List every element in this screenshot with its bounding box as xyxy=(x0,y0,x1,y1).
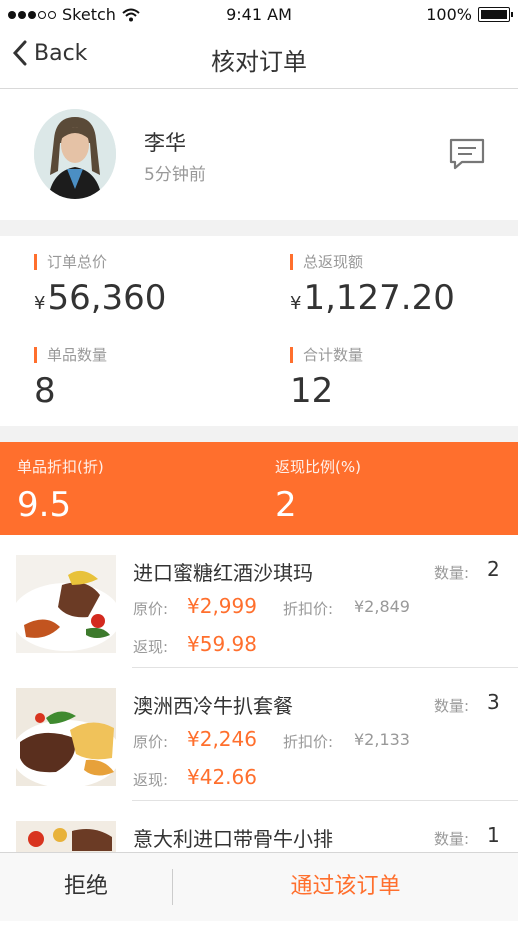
page-title: 核对订单 xyxy=(211,48,307,76)
qty-label: 数量: xyxy=(434,830,470,848)
disc-price-label: 折扣价: xyxy=(283,733,334,751)
cashback-value: ¥42.66 xyxy=(187,765,257,789)
disc-price: ¥2,133 xyxy=(354,730,410,749)
stat-value: 12 xyxy=(290,371,334,411)
qty-label: 数量: xyxy=(434,564,470,582)
product-name: 进口蜜糖红酒沙琪玛 xyxy=(133,561,313,585)
product-image xyxy=(16,688,116,786)
cashback-label: 返现: xyxy=(133,638,169,656)
list-item[interactable]: 澳洲西冷牛扒套餐 数量: 3 原价: ¥2,246 折扣价: ¥2,133 返现… xyxy=(0,668,518,801)
stat-label: 订单总价 xyxy=(34,254,166,270)
nav-bar: Back 核对订单 xyxy=(0,30,518,89)
qty-value: 1 xyxy=(487,823,500,847)
orig-price: ¥2,999 xyxy=(187,594,257,618)
battery-percent: 100% xyxy=(426,5,472,24)
stat-label: 合计数量 xyxy=(290,347,363,363)
stat-cashback-total: 总返现额 ¥1,127.20 xyxy=(290,254,455,318)
avatar[interactable] xyxy=(34,109,116,199)
stat-order-total: 订单总价 ¥56,360 xyxy=(34,254,166,318)
orig-price-label: 原价: xyxy=(133,600,169,618)
stat-value: ¥56,360 xyxy=(34,278,167,318)
customer-time-ago: 5分钟前 xyxy=(144,165,206,185)
stat-value: ¥1,127.20 xyxy=(290,278,455,318)
qty-label: 数量: xyxy=(434,697,470,715)
qty-value: 3 xyxy=(487,690,500,714)
discount-value: 9.5 xyxy=(17,485,72,525)
ratio-value: 2 xyxy=(275,485,297,525)
cashback-label: 返现: xyxy=(133,771,169,789)
message-icon[interactable] xyxy=(448,137,486,171)
stat-item-count: 单品数量 8 xyxy=(34,347,107,411)
section-gap xyxy=(0,220,518,236)
orig-price-label: 原价: xyxy=(133,733,169,751)
disc-price-label: 折扣价: xyxy=(283,600,334,618)
bottom-action-bar: 拒绝 通过该订单 xyxy=(0,852,518,921)
stat-total-qty: 合计数量 12 xyxy=(290,347,363,411)
reject-button[interactable]: 拒绝 xyxy=(0,853,172,921)
battery-icon xyxy=(478,7,513,22)
stat-label: 单品数量 xyxy=(34,347,107,363)
ratio-label: 返现比例(%) xyxy=(275,458,361,476)
product-image xyxy=(16,555,116,653)
product-name: 澳洲西冷牛扒套餐 xyxy=(133,694,293,718)
disc-price: ¥2,849 xyxy=(354,597,410,616)
discount-label: 单品折扣(折) xyxy=(17,458,104,476)
customer-name: 李华 xyxy=(144,131,186,155)
section-gap xyxy=(0,426,518,442)
list-item[interactable]: 进口蜜糖红酒沙琪玛 数量: 2 原价: ¥2,999 折扣价: ¥2,849 返… xyxy=(0,535,518,668)
status-bar: Sketch 9:41 AM 100% xyxy=(0,0,518,30)
orig-price: ¥2,246 xyxy=(187,727,257,751)
discount-field[interactable]: 单品折扣(折) 9.5 xyxy=(17,456,104,525)
qty-value: 2 xyxy=(487,557,500,581)
approve-order-button[interactable]: 通过该订单 xyxy=(173,853,518,921)
cashback-value: ¥59.98 xyxy=(187,632,257,656)
product-name: 意大利进口带骨牛小排 xyxy=(133,827,333,851)
order-stats: 订单总价 ¥56,360 总返现额 ¥1,127.20 单品数量 8 合计数量 … xyxy=(0,236,518,426)
stat-label: 总返现额 xyxy=(290,254,455,270)
battery-group: 100% xyxy=(426,5,513,24)
discount-band: 单品折扣(折) 9.5 返现比例(%) 2 xyxy=(0,442,518,535)
stat-value: 8 xyxy=(34,371,56,411)
cashback-ratio-field[interactable]: 返现比例(%) 2 xyxy=(275,456,361,525)
customer-profile: 李华 5分钟前 xyxy=(0,89,518,220)
